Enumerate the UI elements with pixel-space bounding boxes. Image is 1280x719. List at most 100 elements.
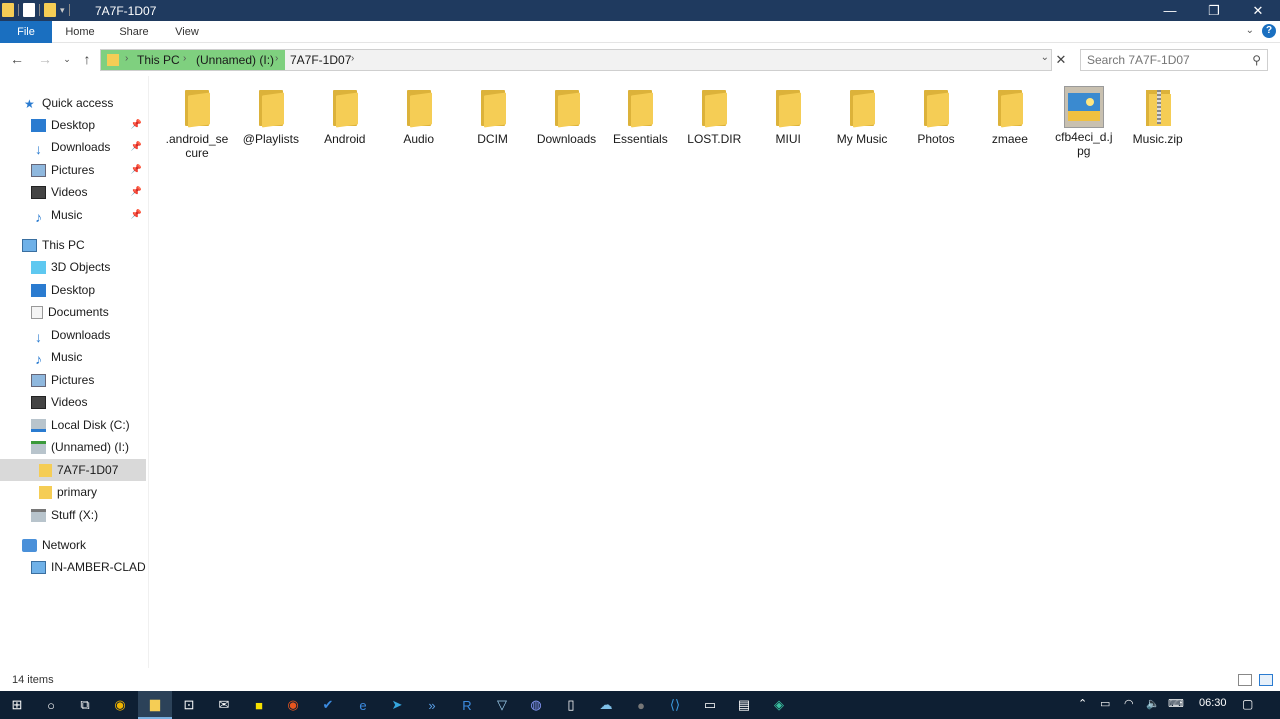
mail-icon[interactable]: ✉ bbox=[207, 691, 241, 719]
chrome-icon[interactable]: ◉ bbox=[103, 691, 137, 719]
pin-icon[interactable]: 📌 bbox=[131, 141, 142, 152]
file-item[interactable]: MIUI bbox=[751, 86, 825, 146]
close-button[interactable]: ✕ bbox=[1236, 0, 1280, 21]
expand-ribbon-icon[interactable]: ⌄ bbox=[1246, 25, 1254, 36]
sidebar-item-downloads[interactable]: ↓ Downloads 📌 bbox=[0, 136, 146, 158]
file-item[interactable]: DCIM bbox=[456, 86, 530, 146]
discord-icon[interactable]: ◍ bbox=[519, 691, 553, 719]
search-icon[interactable]: ⚲ bbox=[1252, 53, 1261, 67]
tab-home[interactable]: Home bbox=[60, 21, 100, 43]
breadcrumb-this-pc[interactable]: This PC bbox=[137, 53, 180, 67]
sidebar-item-desktop-pc[interactable]: Desktop bbox=[0, 279, 146, 301]
file-item[interactable]: @Playlists bbox=[234, 86, 308, 146]
app-r-icon[interactable]: R bbox=[450, 691, 484, 719]
edge-icon[interactable]: e bbox=[346, 691, 380, 719]
file-item[interactable]: My Music bbox=[825, 86, 899, 146]
keyboard-icon[interactable]: ⌨ bbox=[1168, 697, 1184, 710]
sidebar-item-desktop[interactable]: Desktop 📌 bbox=[0, 114, 146, 136]
sidebar-item-documents[interactable]: Documents bbox=[0, 301, 146, 323]
chevron-right-icon[interactable]: › bbox=[183, 53, 186, 64]
pin-icon[interactable]: 📌 bbox=[131, 186, 142, 197]
task-view-icon[interactable]: ⧉ bbox=[68, 691, 102, 719]
cortana-search-icon[interactable]: ○ bbox=[34, 691, 68, 719]
file-item[interactable]: cfb4eci_d.j pg bbox=[1047, 86, 1121, 158]
search-input[interactable] bbox=[1081, 50, 1241, 70]
sidebar-item-3d-objects[interactable]: 3D Objects bbox=[0, 256, 146, 278]
sidebar-item-primary[interactable]: primary bbox=[0, 481, 146, 503]
sticky-notes-icon[interactable]: ■ bbox=[242, 691, 276, 719]
file-explorer-icon[interactable]: ▆ bbox=[138, 691, 172, 719]
properties-icon[interactable] bbox=[23, 3, 35, 17]
chevron-down-icon[interactable]: ⌄ bbox=[1041, 52, 1049, 63]
sidebar-item-videos-pc[interactable]: Videos bbox=[0, 391, 146, 413]
pin-icon[interactable]: 📌 bbox=[131, 164, 142, 175]
app-window-icon[interactable]: ▤ bbox=[727, 691, 761, 719]
vpn-icon[interactable]: ▽ bbox=[485, 691, 519, 719]
file-item[interactable]: Downloads bbox=[530, 86, 604, 146]
windows-start-icon[interactable]: ⊞ bbox=[0, 691, 34, 719]
back-arrow-icon[interactable]: ← bbox=[8, 51, 26, 67]
powershell-icon[interactable]: » bbox=[415, 691, 449, 719]
phone-icon[interactable]: ▯ bbox=[554, 691, 588, 719]
breadcrumb-drive[interactable]: (Unnamed) (I:) bbox=[196, 53, 274, 67]
file-item[interactable]: zmaee bbox=[973, 86, 1047, 146]
clock[interactable]: 06:30 bbox=[1199, 697, 1227, 709]
todo-icon[interactable]: ✔ bbox=[311, 691, 345, 719]
app-cloud-icon[interactable]: ☁ bbox=[589, 691, 623, 719]
help-icon[interactable]: ? bbox=[1262, 24, 1276, 38]
tab-file[interactable]: File bbox=[0, 21, 52, 43]
store-icon[interactable]: ⊡ bbox=[172, 691, 206, 719]
sidebar-item-7a7f-1d07[interactable]: 7A7F-1D07 bbox=[0, 459, 146, 481]
app-circle-icon[interactable]: ● bbox=[624, 691, 658, 719]
close-icon[interactable]: ✕ bbox=[1053, 49, 1069, 71]
battery-icon[interactable]: ▭ bbox=[1100, 697, 1110, 710]
file-item[interactable]: Essentials bbox=[603, 86, 677, 146]
file-item[interactable]: .android_se cure bbox=[160, 86, 234, 160]
volume-icon[interactable]: 🔈 bbox=[1146, 697, 1160, 710]
ubuntu-icon[interactable]: ◉ bbox=[276, 691, 310, 719]
chevron-right-icon[interactable]: › bbox=[275, 53, 278, 64]
sidebar-item-network[interactable]: Network bbox=[0, 534, 146, 556]
file-item[interactable]: LOST.DIR bbox=[677, 86, 751, 146]
file-item[interactable]: Photos bbox=[899, 86, 973, 146]
tab-view[interactable]: View bbox=[168, 21, 206, 43]
app-diamond-icon[interactable]: ◈ bbox=[762, 691, 796, 719]
breadcrumb-current[interactable]: 7A7F-1D07 bbox=[290, 53, 351, 67]
chevron-right-icon[interactable]: › bbox=[351, 53, 354, 64]
address-bar[interactable]: › This PC › (Unnamed) (I:) › 7A7F-1D07 ›… bbox=[100, 49, 1052, 71]
pin-icon[interactable]: 📌 bbox=[131, 209, 142, 220]
recent-locations-icon[interactable]: ⌄ bbox=[58, 54, 76, 65]
terminal-icon[interactable]: ▭ bbox=[693, 691, 727, 719]
sidebar-item-pictures[interactable]: Pictures 📌 bbox=[0, 159, 146, 181]
sidebar-item-in-amber-clad[interactable]: IN-AMBER-CLAD bbox=[0, 556, 146, 578]
sidebar-item-unnamed-drive[interactable]: (Unnamed) (I:) bbox=[0, 436, 146, 458]
show-hidden-icons-icon[interactable]: ⌃ bbox=[1078, 697, 1087, 710]
sidebar-item-music-pc[interactable]: ♪ Music bbox=[0, 346, 146, 368]
notifications-icon[interactable]: ▢ bbox=[1242, 697, 1253, 711]
file-item[interactable]: Music.zip bbox=[1121, 86, 1195, 146]
forward-arrow-icon[interactable]: → bbox=[36, 51, 54, 67]
sidebar-item-quick-access[interactable]: ★ Quick access bbox=[0, 92, 146, 114]
chevron-down-icon[interactable]: ▾ bbox=[60, 5, 65, 16]
tab-share[interactable]: Share bbox=[114, 21, 154, 43]
telegram-icon[interactable]: ➤ bbox=[380, 691, 414, 719]
sidebar-item-downloads-pc[interactable]: ↓ Downloads bbox=[0, 324, 146, 346]
sidebar-item-pictures-pc[interactable]: Pictures bbox=[0, 369, 146, 391]
large-icons-view-icon[interactable] bbox=[1259, 674, 1273, 686]
minimize-button[interactable]: — bbox=[1148, 0, 1192, 21]
search-box[interactable]: ⚲ bbox=[1080, 49, 1268, 71]
sidebar-item-videos[interactable]: Videos 📌 bbox=[0, 181, 146, 203]
vscode-icon[interactable]: ⟨⟩ bbox=[658, 691, 692, 719]
file-item[interactable]: Android bbox=[308, 86, 382, 146]
sidebar-item-local-disk[interactable]: Local Disk (C:) bbox=[0, 414, 146, 436]
wifi-icon[interactable]: ◠ bbox=[1124, 697, 1134, 710]
up-arrow-icon[interactable]: ↑ bbox=[78, 51, 96, 67]
new-folder-icon[interactable] bbox=[44, 3, 56, 17]
pane-divider[interactable] bbox=[148, 76, 149, 668]
sidebar-item-music[interactable]: ♪ Music 📌 bbox=[0, 204, 146, 226]
details-view-icon[interactable] bbox=[1238, 674, 1252, 686]
restore-button[interactable]: ❐ bbox=[1192, 0, 1236, 21]
sidebar-item-this-pc[interactable]: This PC bbox=[0, 234, 146, 256]
pin-icon[interactable]: 📌 bbox=[131, 119, 142, 130]
file-item[interactable]: Audio bbox=[382, 86, 456, 146]
